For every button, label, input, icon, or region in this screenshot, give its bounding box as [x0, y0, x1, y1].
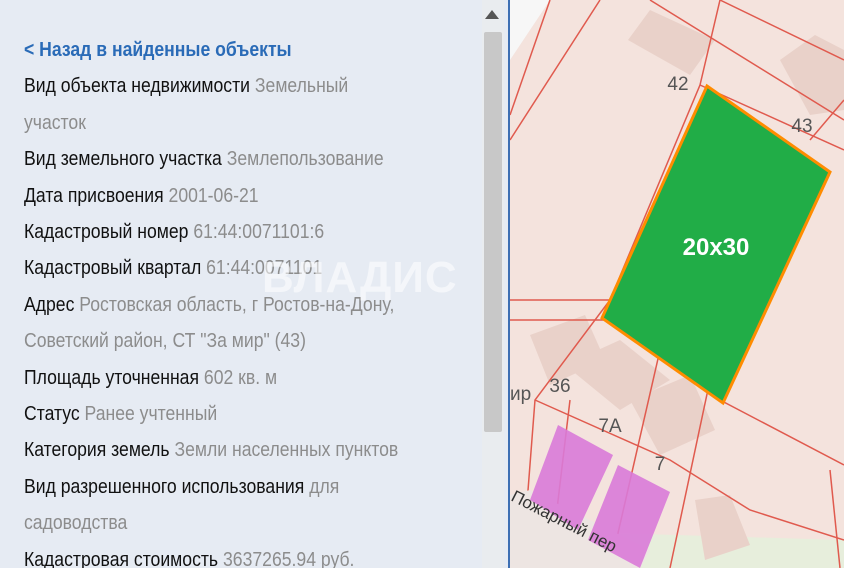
- field-value: участок: [24, 111, 86, 134]
- map-number-7a: 7А: [598, 416, 622, 437]
- field-label: Кадастровая стоимость: [24, 548, 219, 568]
- field-row: Вид земельного участка Землепользование: [24, 141, 473, 177]
- field-label: Адрес: [24, 293, 75, 316]
- field-row: участок: [24, 105, 473, 141]
- parcel-dimensions-label: 20x30: [683, 234, 750, 261]
- field-row: Категория земель Земли населенных пункто…: [24, 432, 473, 468]
- scroll-thumb[interactable]: [484, 32, 502, 432]
- field-value: Ранее учтенный: [84, 403, 218, 426]
- cadastral-map[interactable]: 20x30 42 43 36 7А 7 ир Пожарный пер: [510, 0, 844, 568]
- map-number-36: 36: [549, 376, 570, 397]
- field-value: 3637265.94 руб.: [223, 548, 355, 568]
- field-value: Советский район, СТ "За мир" (43): [24, 330, 306, 353]
- field-value: Земельный: [254, 75, 349, 98]
- field-value: садоводства: [24, 512, 128, 535]
- map-canvas: 20x30 42 43 36 7А 7 ир Пожарный пер: [510, 0, 844, 568]
- back-link[interactable]: < Назад в найденные объекты: [24, 32, 473, 68]
- field-label: Статус: [24, 403, 80, 426]
- map-number-7: 7: [655, 454, 666, 475]
- map-number-42: 42: [667, 74, 688, 95]
- field-row: Кадастровая стоимость 3637265.94 руб.: [24, 542, 473, 568]
- field-value: 61:44:0071101:6: [193, 221, 325, 244]
- field-label: Дата присвоения: [24, 184, 164, 207]
- field-row: Дата присвоения 2001-06-21: [24, 178, 473, 214]
- field-row: садоводства: [24, 505, 473, 541]
- field-label: Вид разрешенного использования: [24, 475, 305, 498]
- field-row: Советский район, СТ "За мир" (43): [24, 323, 473, 359]
- field-value: Земли населенных пунктов: [174, 439, 399, 462]
- field-label: Вид объекта недвижимости: [24, 75, 251, 98]
- road-area: [510, 0, 550, 60]
- field-label: Категория земель: [24, 439, 170, 462]
- field-label: Кадастровый квартал: [24, 257, 202, 280]
- building: [780, 35, 844, 115]
- watermark-logo: ВЛАДИС: [262, 253, 458, 302]
- map-number-43: 43: [791, 116, 812, 137]
- field-row: Кадастровый номер 61:44:0071101:6: [24, 214, 473, 250]
- building: [628, 10, 715, 75]
- field-row: Статус Ранее учтенный: [24, 396, 473, 432]
- map-partial-label: ир: [510, 384, 531, 405]
- scrollbar[interactable]: [482, 0, 504, 568]
- field-row: Вид объекта недвижимости Земельный: [24, 68, 473, 104]
- field-row: Вид разрешенного использования для: [24, 469, 473, 505]
- field-value: 602 кв. м: [203, 366, 278, 389]
- field-value: для: [309, 475, 340, 498]
- field-value: Землепользование: [226, 148, 384, 171]
- field-label: Вид земельного участка: [24, 148, 222, 171]
- field-label: Площадь уточненная: [24, 366, 200, 389]
- scroll-up-arrow-icon[interactable]: [485, 10, 499, 19]
- field-value: 2001-06-21: [168, 184, 259, 207]
- field-label: Кадастровый номер: [24, 221, 189, 244]
- field-row: Площадь уточненная 602 кв. м: [24, 360, 473, 396]
